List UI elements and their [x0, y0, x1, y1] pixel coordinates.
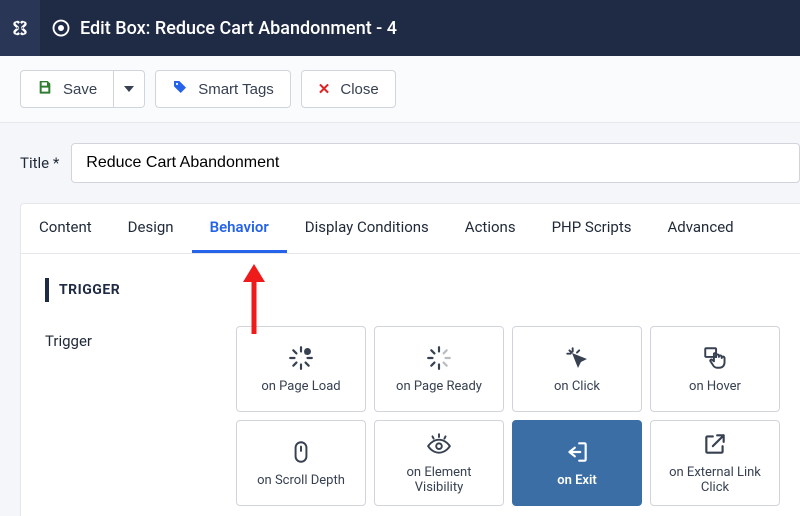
external-link-icon	[702, 431, 728, 457]
spinner-dot-icon	[288, 345, 314, 371]
main-content: Title * Content Design Behavior Display …	[0, 123, 800, 516]
trigger-options-grid: on Page Load on Page Ready on Click on H…	[236, 326, 780, 506]
box-marker-icon	[52, 19, 70, 37]
tab-behavior[interactable]: Behavior	[192, 204, 287, 253]
spinner-icon	[426, 345, 452, 371]
page-title: Edit Box: Reduce Cart Abandonment - 4	[52, 18, 397, 39]
title-input[interactable]	[71, 143, 800, 183]
option-label: on Element Visibility	[381, 465, 497, 495]
smart-tags-label: Smart Tags	[198, 81, 274, 98]
trigger-label: Trigger	[45, 326, 216, 350]
title-field-row: Title *	[20, 143, 800, 183]
exit-icon	[564, 439, 590, 465]
page-title-text: Edit Box: Reduce Cart Abandonment - 4	[80, 18, 397, 39]
option-label: on Click	[554, 379, 600, 394]
top-bar: Edit Box: Reduce Cart Abandonment - 4	[0, 0, 800, 56]
section-heading-trigger: TRIGGER	[45, 278, 780, 302]
trigger-option-scroll-depth[interactable]: on Scroll Depth	[236, 420, 366, 506]
eye-icon	[426, 431, 452, 457]
save-icon	[37, 79, 53, 99]
tabs-container: Content Design Behavior Display Conditio…	[20, 203, 800, 516]
trigger-row: Trigger on Page Load on Page Ready on Cl…	[45, 326, 780, 506]
trigger-option-page-ready[interactable]: on Page Ready	[374, 326, 504, 412]
chevron-down-icon	[124, 86, 134, 92]
behavior-panel: TRIGGER Trigger on Page Load on Page Rea…	[21, 254, 800, 516]
action-toolbar: Save Smart Tags ✕ Close	[0, 56, 800, 123]
option-label: on Exit	[557, 473, 597, 488]
smart-tags-button[interactable]: Smart Tags	[155, 70, 291, 108]
save-dropdown-toggle[interactable]	[114, 70, 145, 108]
hand-hover-icon	[702, 345, 728, 371]
trigger-option-external-link[interactable]: on External Link Click	[650, 420, 780, 506]
tab-list: Content Design Behavior Display Conditio…	[21, 204, 800, 254]
trigger-option-click[interactable]: on Click	[512, 326, 642, 412]
mouse-icon	[288, 439, 314, 465]
save-button[interactable]: Save	[20, 70, 114, 108]
option-label: on Scroll Depth	[257, 473, 345, 488]
save-button-group: Save	[20, 70, 145, 108]
tab-advanced[interactable]: Advanced	[650, 204, 752, 253]
title-label: Title *	[20, 154, 59, 172]
close-button[interactable]: ✕ Close	[301, 70, 396, 108]
option-label: on Page Load	[261, 379, 340, 394]
tag-icon	[172, 79, 188, 99]
tab-php-scripts[interactable]: PHP Scripts	[534, 204, 650, 253]
save-button-label: Save	[63, 81, 97, 98]
close-icon: ✕	[318, 80, 331, 98]
tab-content[interactable]: Content	[21, 204, 110, 253]
joomla-logo-icon	[0, 0, 40, 56]
tab-actions[interactable]: Actions	[447, 204, 534, 253]
trigger-option-element-visibility[interactable]: on Element Visibility	[374, 420, 504, 506]
trigger-option-exit[interactable]: on Exit	[512, 420, 642, 506]
tab-display-conditions[interactable]: Display Conditions	[287, 204, 447, 253]
close-button-label: Close	[340, 81, 378, 98]
option-label: on External Link Click	[657, 465, 773, 495]
annotation-arrow	[239, 264, 269, 342]
cursor-click-icon	[564, 345, 590, 371]
trigger-option-hover[interactable]: on Hover	[650, 326, 780, 412]
option-label: on Hover	[689, 379, 741, 394]
option-label: on Page Ready	[396, 379, 482, 394]
tab-design[interactable]: Design	[110, 204, 192, 253]
